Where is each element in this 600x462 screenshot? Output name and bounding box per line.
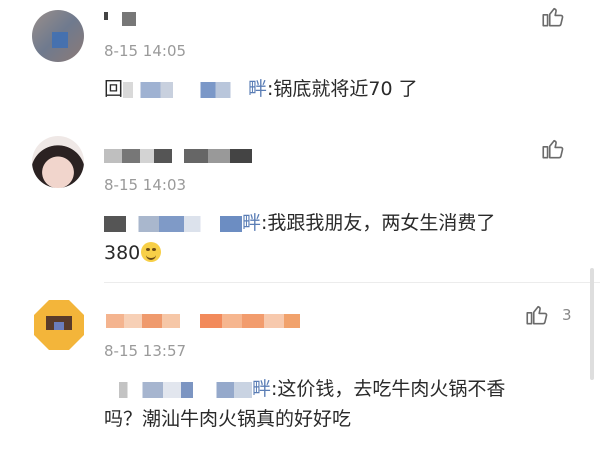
comment-text: 回 畔:锅底就将近70 了: [104, 74, 418, 104]
comment-body-line1: :我跟我朋友，两女生消费了: [261, 212, 496, 234]
username-blurred[interactable]: [104, 12, 136, 28]
comment-text: 畔:这价钱，去吃牛肉火锅不香 吗？潮汕牛肉火锅真的好好吃: [104, 374, 505, 434]
comment-time: 8-15 14:03: [104, 176, 187, 194]
thumb-up-icon[interactable]: [540, 136, 566, 162]
grin-emoji-icon: [141, 242, 162, 262]
mention-blurred[interactable]: [104, 381, 252, 398]
mention-blurred[interactable]: [104, 215, 242, 232]
comment-time: 8-15 13:57: [104, 342, 187, 360]
comment-1: 8-15 14:05 回 畔:锅底就将近70 了: [0, 0, 600, 122]
comment-3: 8-15 13:57 畔:这价钱，去吃牛肉火锅不香 吗？潮汕牛肉火锅真的好好吃 …: [0, 288, 600, 462]
avatar[interactable]: [32, 10, 84, 62]
comment-time: 8-15 14:05: [104, 42, 187, 60]
comment-body-line2: 380: [104, 242, 141, 264]
thumb-up-icon[interactable]: [524, 302, 550, 328]
mention-tail: 畔: [252, 378, 272, 400]
comment-text: 畔:我跟我朋友，两女生消费了 380: [104, 208, 495, 268]
avatar[interactable]: [34, 300, 84, 350]
like-count: 3: [562, 306, 572, 324]
scrollbar[interactable]: [590, 268, 594, 380]
comment-body: :锅底就将近70 了: [267, 78, 418, 100]
divider: [104, 282, 600, 283]
avatar[interactable]: [32, 136, 84, 188]
mention-blurred[interactable]: [123, 81, 249, 98]
username-blurred[interactable]: [104, 149, 252, 165]
thumb-up-icon[interactable]: [540, 4, 566, 30]
mention-tail: 畔: [248, 78, 268, 100]
mention-tail: 畔: [242, 212, 262, 234]
comment-2: 8-15 14:03 畔:我跟我朋友，两女生消费了 380: [0, 122, 600, 288]
username-blurred[interactable]: [106, 314, 300, 330]
comment-body-line2: 吗？潮汕牛肉火锅真的好好吃: [104, 408, 352, 430]
comment-body-line1: :这价钱，去吃牛肉火锅不香: [271, 378, 506, 400]
reply-prefix: 回: [104, 78, 124, 100]
